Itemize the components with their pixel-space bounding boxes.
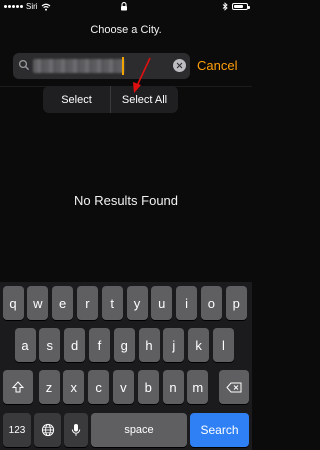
search-icon <box>18 59 30 71</box>
page-title: Choose a City. <box>90 24 162 36</box>
status-left: Siri <box>4 2 51 11</box>
key-r[interactable]: r <box>76 286 98 320</box>
key-c[interactable]: c <box>88 370 110 404</box>
bluetooth-icon <box>222 2 228 11</box>
search-row: Cancel <box>13 53 246 79</box>
status-right <box>222 2 250 11</box>
key-n[interactable]: n <box>162 370 184 404</box>
select-all-button[interactable]: Select All <box>111 86 178 113</box>
wifi-icon <box>41 3 50 11</box>
key-m[interactable]: m <box>187 370 209 404</box>
keyboard: 123 space Search qwertyuiop asdfghjkl zxcv… <box>0 282 252 450</box>
delete-key[interactable] <box>219 370 249 404</box>
shift-key[interactable] <box>3 370 33 404</box>
key-b[interactable]: b <box>137 370 159 404</box>
battery-level <box>234 5 243 8</box>
key-s[interactable]: s <box>39 328 61 362</box>
key-v[interactable]: v <box>112 370 134 404</box>
carrier-label: Siri <box>26 2 38 11</box>
key-d[interactable]: d <box>64 328 86 362</box>
key-g[interactable]: g <box>113 328 135 362</box>
key-p[interactable]: p <box>225 286 247 320</box>
edit-menu: Select Select All <box>43 86 178 113</box>
status-bar: Siri <box>0 0 252 14</box>
key-y[interactable]: y <box>126 286 148 320</box>
text-cursor <box>122 57 124 75</box>
signal-strength-icon <box>4 5 23 8</box>
key-w[interactable]: w <box>27 286 49 320</box>
search-input[interactable] <box>13 53 190 79</box>
key-a[interactable]: a <box>14 328 36 362</box>
key-f[interactable]: f <box>88 328 110 362</box>
globe-key[interactable] <box>34 413 61 447</box>
cancel-button[interactable]: Cancel <box>197 58 237 73</box>
select-button[interactable]: Select <box>43 86 110 113</box>
battery-icon <box>232 3 250 10</box>
key-l[interactable]: l <box>212 328 234 362</box>
dictation-key[interactable] <box>64 413 88 447</box>
key-i[interactable]: i <box>176 286 198 320</box>
key-h[interactable]: h <box>138 328 160 362</box>
key-k[interactable]: k <box>188 328 210 362</box>
shift-icon <box>12 381 24 393</box>
key-u[interactable]: u <box>151 286 173 320</box>
key-e[interactable]: e <box>52 286 74 320</box>
clear-icon[interactable] <box>173 59 186 72</box>
globe-icon <box>41 423 54 437</box>
key-j[interactable]: j <box>163 328 185 362</box>
key-t[interactable]: t <box>101 286 123 320</box>
search-key[interactable]: Search <box>190 413 249 447</box>
backspace-icon <box>226 382 242 392</box>
key-o[interactable]: o <box>200 286 222 320</box>
no-results-message: No Results Found <box>73 193 179 208</box>
key-z[interactable]: z <box>38 370 60 404</box>
microphone-icon <box>71 424 81 436</box>
key-q[interactable]: q <box>2 286 24 320</box>
search-input-value <box>33 59 124 73</box>
lock-icon <box>120 2 128 13</box>
space-key[interactable]: space <box>91 413 187 447</box>
numbers-key[interactable]: 123 <box>3 413 31 447</box>
key-x[interactable]: x <box>63 370 85 404</box>
